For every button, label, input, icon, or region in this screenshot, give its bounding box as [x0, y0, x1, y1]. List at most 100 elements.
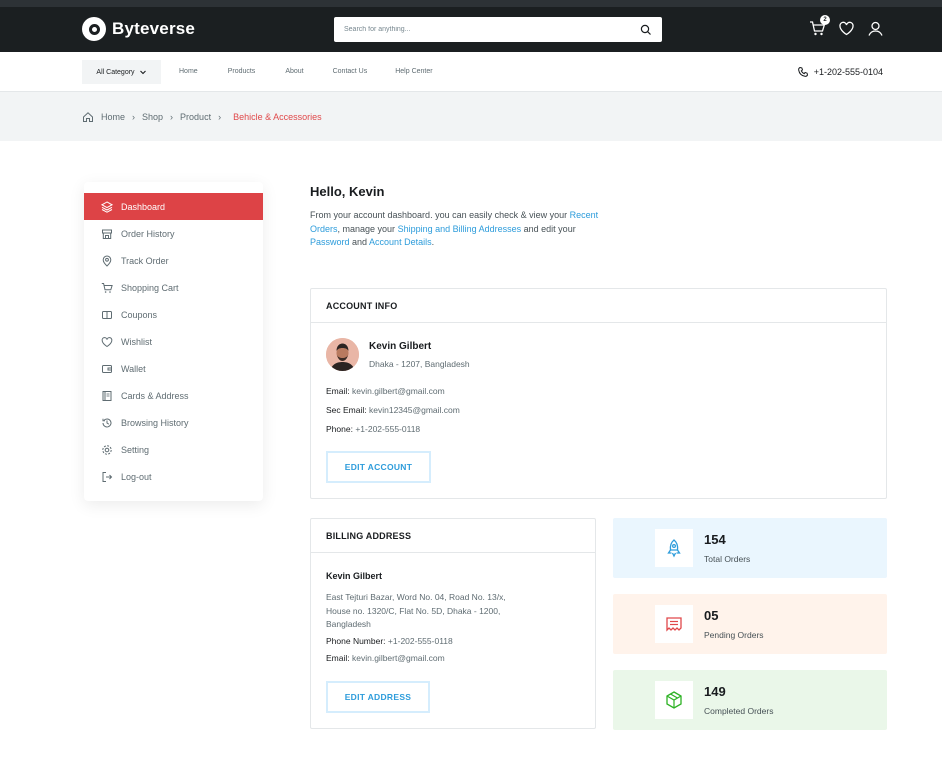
header-actions: 2: [809, 15, 884, 37]
chevron-down-icon: [139, 70, 146, 75]
wallet-icon: [102, 364, 112, 373]
intro-text: From your account dashboard. you can eas…: [310, 210, 570, 220]
breadcrumb-product[interactable]: Product: [180, 112, 211, 122]
search-input[interactable]: [344, 26, 640, 33]
phone-icon: [797, 66, 808, 77]
phone-value: +1-202-555-0118: [355, 424, 421, 434]
nav-link-products[interactable]: Products: [228, 68, 256, 75]
account-info-card: ACCOUNT INFO Kevin Gilbert Dhaka - 1207,…: [310, 288, 887, 499]
edit-account-button[interactable]: EDIT ACCOUNT: [326, 451, 431, 483]
email-label: Email:: [326, 653, 350, 663]
phone-label: Phone:: [326, 424, 353, 434]
package-icon: [666, 691, 682, 709]
heart-icon: [101, 336, 113, 347]
sidebar-item-coupons[interactable]: Coupons: [84, 301, 263, 328]
billing-name: Kevin Gilbert: [326, 571, 383, 581]
sidebar-item-wishlist[interactable]: Wishlist: [84, 328, 263, 355]
sidebar-item-dashboard[interactable]: Dashboard: [84, 193, 263, 220]
nav-link-about[interactable]: About: [285, 68, 303, 75]
billing-address-card: BILLING ADDRESS Kevin Gilbert East Tejtu…: [310, 518, 596, 729]
user-icon[interactable]: [867, 20, 884, 37]
sec-email-label: Sec Email:: [326, 405, 367, 415]
layers-icon: [101, 200, 113, 213]
search-icon[interactable]: [640, 24, 652, 36]
main-nav: All Category Home Products About Contact…: [0, 52, 942, 92]
stat-completed-orders: 149 Completed Orders: [613, 670, 887, 730]
search-bar: [334, 17, 662, 42]
stat-icon-box: [655, 529, 693, 567]
cart-count-badge: 2: [820, 15, 830, 25]
account-phone-row: Phone: +1-202-555-0118: [326, 424, 420, 434]
sidebar-item-label: Log-out: [121, 471, 152, 482]
chevron-right-icon: ›: [170, 112, 174, 122]
rocket-icon: [667, 539, 681, 558]
nav-link-home[interactable]: Home: [179, 68, 198, 75]
phone-label: Phone Number:: [326, 636, 386, 646]
chevron-right-icon: ›: [218, 112, 222, 122]
gear-icon: [102, 444, 112, 455]
account-location: Dhaka - 1207, Bangladesh: [369, 359, 470, 369]
stat-pending-orders: 05 Pending Orders: [613, 594, 887, 654]
phone-value: +1-202-555-0118: [387, 636, 453, 646]
sidebar-item-logout[interactable]: Log-out: [84, 463, 263, 490]
sidebar-item-order-history[interactable]: Order History: [84, 220, 263, 247]
stat-label: Completed Orders: [704, 706, 774, 716]
stat-value: 154: [704, 532, 726, 547]
brand-logo[interactable]: Byteverse: [82, 17, 195, 41]
sidebar-item-label: Wishlist: [121, 336, 152, 347]
brand-name: Byteverse: [112, 19, 196, 38]
sidebar-item-label: Setting: [121, 444, 150, 455]
page-title: Hello, Kevin: [310, 184, 385, 199]
chevron-right-icon: ›: [132, 112, 136, 122]
billing-heading: BILLING ADDRESS: [311, 519, 595, 553]
account-details-link[interactable]: Account Details: [369, 237, 432, 247]
stat-total-orders: 154 Total Orders: [613, 518, 887, 578]
sidebar-item-label: Order History: [121, 228, 175, 239]
stat-icon-box: [655, 605, 693, 643]
history-icon: [102, 417, 112, 427]
cart-icon[interactable]: 2: [809, 15, 830, 37]
nav-link-contact[interactable]: Contact Us: [333, 68, 368, 75]
breadcrumb-shop[interactable]: Shop: [142, 112, 163, 122]
sidebar-item-cards-address[interactable]: Cards & Address: [84, 382, 263, 409]
all-category-dropdown[interactable]: All Category: [82, 60, 161, 84]
stat-value: 05: [704, 608, 719, 623]
avatar-portrait-icon: [326, 338, 359, 371]
notebook-icon: [102, 390, 112, 401]
sidebar-item-label: Shopping Cart: [121, 282, 179, 293]
account-sidebar: Dashboard Order History Track Order Shop…: [84, 182, 263, 501]
sec-email-value: kevin12345@gmail.com: [369, 405, 460, 415]
home-icon: [83, 112, 93, 122]
phone-number: +1-202-555-0104: [813, 67, 883, 77]
sidebar-item-label: Wallet: [121, 363, 146, 374]
billing-email-row: Email: kevin.gilbert@gmail.com: [326, 653, 445, 663]
sidebar-item-browsing-history[interactable]: Browsing History: [84, 409, 263, 436]
account-name: Kevin Gilbert: [369, 341, 432, 352]
sidebar-item-track-order[interactable]: Track Order: [84, 247, 263, 274]
password-link[interactable]: Password: [310, 237, 350, 247]
edit-address-button[interactable]: EDIT ADDRESS: [326, 681, 430, 713]
breadcrumb-current: Behicle & Accessories: [233, 112, 322, 122]
intro-text: and edit your: [521, 223, 576, 234]
sidebar-item-setting[interactable]: Setting: [84, 436, 263, 463]
email-label: Email:: [326, 386, 350, 396]
stat-value: 149: [704, 684, 726, 699]
sidebar-item-label: Coupons: [121, 309, 158, 320]
addresses-link[interactable]: Shipping and Billing Addresses: [398, 224, 522, 234]
coupon-icon: [102, 310, 112, 319]
breadcrumb: Home › Shop › Product › Behicle & Access…: [82, 111, 322, 123]
nav-link-help[interactable]: Help Center: [395, 68, 432, 75]
store-icon: [102, 229, 112, 239]
account-sec-email-row: Sec Email: kevin12345@gmail.com: [326, 405, 460, 415]
sidebar-item-shopping-cart[interactable]: Shopping Cart: [84, 274, 263, 301]
nav-links: Home Products About Contact Us Help Cent…: [179, 68, 433, 75]
stat-icon-box: [655, 681, 693, 719]
intro-text: , manage your: [337, 223, 398, 234]
stat-label: Total Orders: [704, 554, 751, 564]
support-phone[interactable]: +1-202-555-0104: [797, 66, 883, 78]
category-label: All Category: [96, 68, 135, 76]
sidebar-item-wallet[interactable]: Wallet: [84, 355, 263, 382]
billing-phone-row: Phone Number: +1-202-555-0118: [326, 636, 453, 646]
breadcrumb-home[interactable]: Home: [101, 112, 125, 122]
heart-icon[interactable]: [838, 20, 855, 37]
